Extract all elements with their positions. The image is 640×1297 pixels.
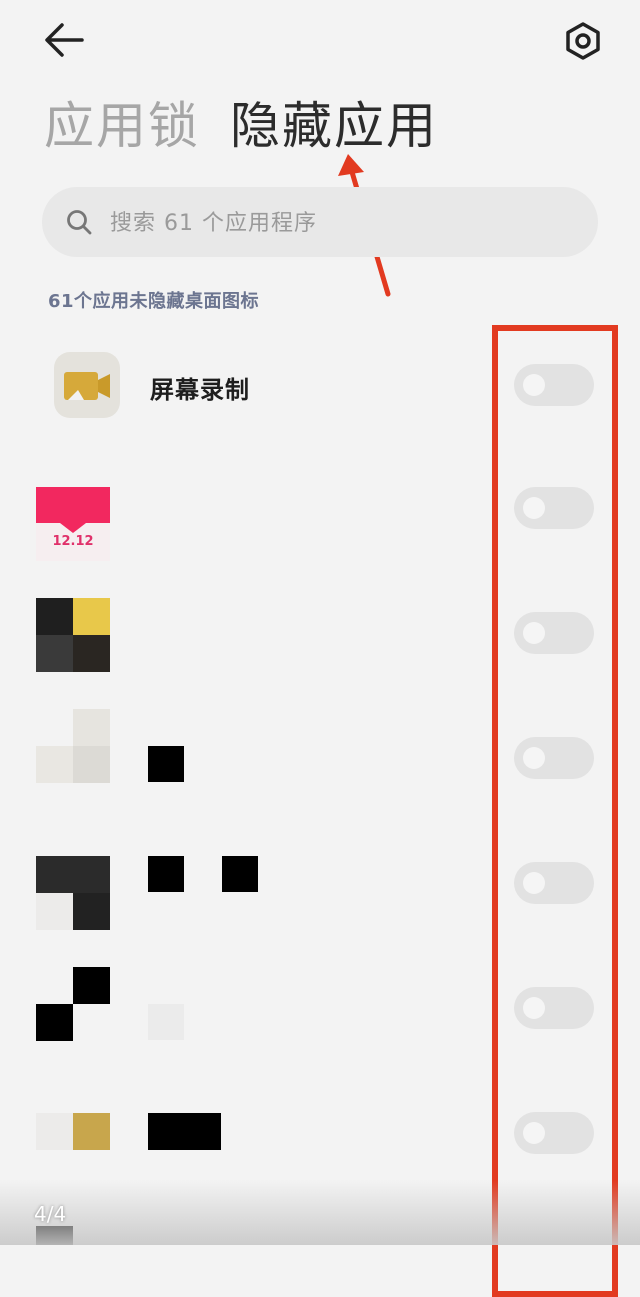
icon-badge-text: 12.12 (52, 534, 93, 549)
page-indicator: 4/4 (34, 1202, 67, 1226)
section-label: 61个应用未隐藏桌面图标 (48, 291, 260, 312)
app-name-redacted (148, 856, 184, 892)
tab-app-lock[interactable]: 应用锁 (44, 94, 200, 158)
settings-icon[interactable] (560, 18, 606, 64)
back-arrow-icon[interactable] (42, 20, 86, 60)
app-name-redacted (148, 1004, 184, 1040)
search-placeholder: 搜索 61 个应用程序 (110, 211, 317, 236)
tab-hidden-apps[interactable]: 隐藏应用 (230, 94, 438, 158)
search-bar[interactable]: 搜索 61 个应用程序 (42, 187, 598, 257)
app-name-redacted (148, 746, 184, 782)
app-name-redacted (148, 1113, 221, 1150)
bottom-overlay (0, 1180, 640, 1245)
app-icon-pixelated (36, 1113, 110, 1150)
app-name: 屏幕录制 (150, 376, 250, 404)
app-icon-pixelated (36, 856, 110, 930)
app-name-redacted (222, 856, 258, 892)
search-icon (67, 210, 92, 235)
screen-record-app-icon (54, 352, 120, 418)
annotation-box (492, 325, 618, 1297)
app-icon-pixelated (36, 598, 110, 672)
app-icon-pixelated (36, 967, 110, 1041)
app-icon-pixelated (36, 709, 110, 783)
app-icon-pixelated: 12.12 (36, 487, 110, 561)
